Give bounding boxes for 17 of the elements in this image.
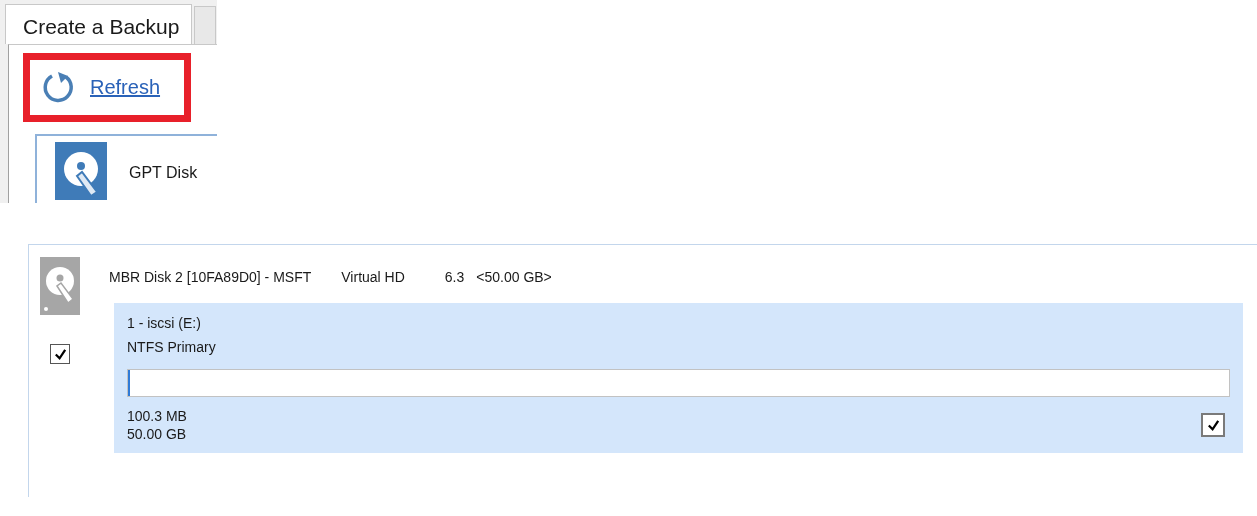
- total-size: 50.00 GB: [127, 425, 187, 443]
- disk-model: Virtual HD: [341, 269, 405, 287]
- used-size: 100.3 MB: [127, 407, 187, 425]
- refresh-link[interactable]: Refresh: [90, 76, 161, 99]
- partition-label: 1 - iscsi (E:): [127, 315, 202, 333]
- disk-checkbox[interactable]: [50, 344, 70, 364]
- disk-size: <50.00 GB>: [476, 269, 552, 287]
- disk-name: GPT Disk: [129, 164, 198, 183]
- partition-type: NTFS Primary: [127, 339, 217, 357]
- tab[interactable]: Create a Backup: [5, 4, 193, 44]
- disk-name: MBR Disk 2 [10FA89D0] - MSFT: [109, 269, 312, 287]
- partition-card[interactable]: 1 - iscsi (E:) NTFS Primary 100.3 MB 50.00 GB: [114, 303, 1243, 453]
- check-icon: [52, 346, 68, 362]
- partition-checkbox[interactable]: [1201, 413, 1225, 437]
- disk-version: 6.3: [444, 269, 465, 287]
- check-icon: [1205, 417, 1221, 433]
- disk-card[interactable]: GPT Disk: [35, 134, 217, 203]
